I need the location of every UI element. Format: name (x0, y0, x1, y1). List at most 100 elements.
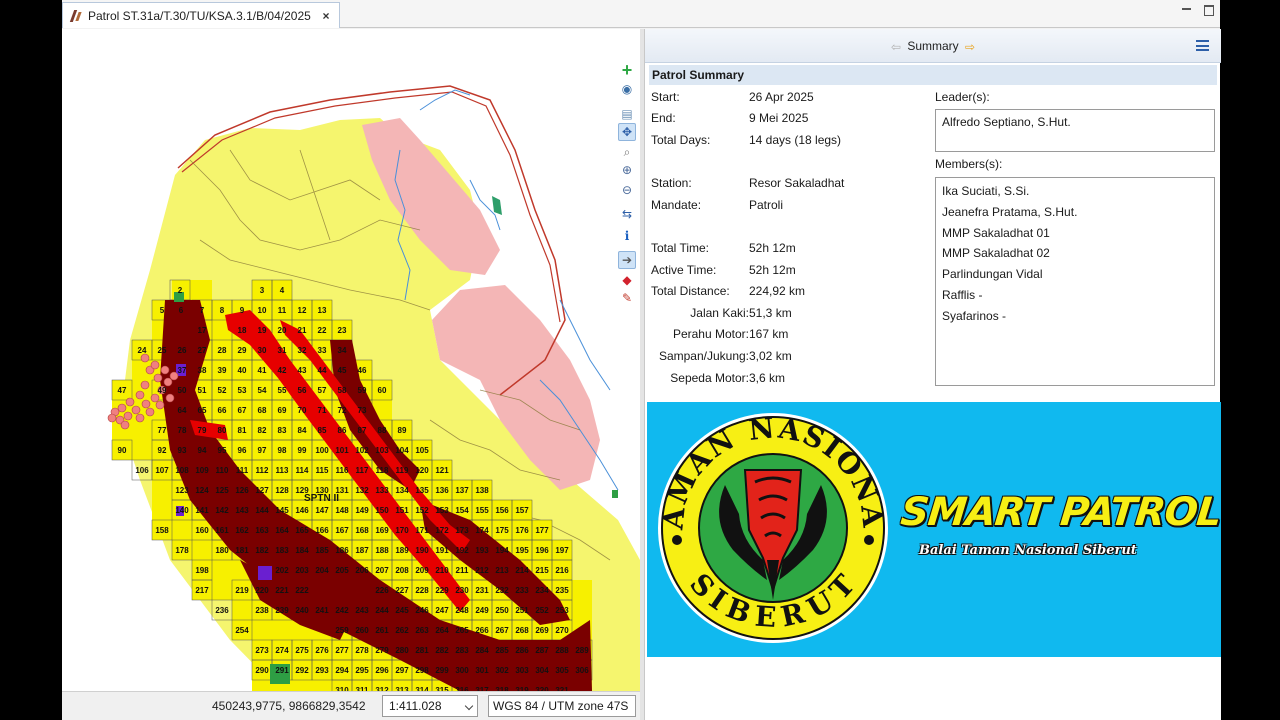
zoom-in-icon[interactable]: ⊕ (618, 161, 636, 179)
styles-icon[interactable]: ◆ (618, 271, 636, 289)
grid-cell-number: 171 (415, 526, 429, 535)
grid-cell-number: 33 (318, 346, 327, 355)
sptn-label: SPTN II (304, 493, 339, 504)
scale-dropdown[interactable]: 1:411.028 (382, 695, 478, 717)
grid-cell-number: 266 (475, 626, 489, 635)
measure-icon[interactable]: ⇆ (618, 205, 636, 223)
leaders-field[interactable]: Alfredo Septiano, S.Hut. (935, 109, 1215, 152)
summary-panel: ⇦ Summary ⇨ Patrol Summary Start: 26 Apr … (644, 29, 1221, 720)
transport-distance-row: Sampan/Jukung: 3,02 km (645, 349, 925, 365)
grid-cell-number: 4 (280, 286, 285, 295)
crs-indicator[interactable]: WGS 84 / UTM zone 47S (488, 695, 636, 717)
patrol-summary-heading: Patrol Summary (649, 65, 1217, 85)
add-layer-icon[interactable]: + (618, 60, 636, 80)
grid-cell-number: 51 (198, 386, 207, 395)
grid-cell-number: 46 (358, 366, 367, 375)
member-item[interactable]: MMP Sakaladhat 02 (942, 245, 1208, 266)
grid-cell-number: 72 (338, 406, 347, 415)
chevron-down-icon (464, 701, 474, 711)
zoom-tool-icon[interactable]: ⌕ (618, 143, 636, 161)
grid-cell-number: 247 (435, 606, 449, 615)
zoom-out-icon[interactable]: ⊖ (618, 181, 636, 199)
previous-arrow-icon[interactable]: ⇦ (891, 40, 901, 54)
grid-cell-number: 161 (215, 526, 229, 535)
grid-cell-number: 235 (555, 586, 569, 595)
grid-cell-number: 298 (415, 666, 429, 675)
grid-cell-number: 43 (298, 366, 307, 375)
maximize-icon[interactable] (1202, 3, 1216, 16)
grid-cell-number: 141 (195, 506, 209, 515)
patrol-tab[interactable]: Patrol ST.31a/T.30/TU/KSA.3.1/B/04/2025 … (62, 2, 340, 28)
grid-cell-number: 293 (315, 666, 329, 675)
grid-cell-number: 193 (475, 546, 489, 555)
grid-cell-number: 288 (555, 646, 569, 655)
transport-distance-label: Sampan/Jukung: (658, 349, 749, 363)
grid-cell-number: 254 (235, 626, 249, 635)
grid-cell-number: 28 (218, 346, 227, 355)
grid-cell-number: 145 (275, 506, 289, 515)
grid-cell-number: 192 (455, 546, 469, 555)
menu-icon[interactable] (1196, 40, 1209, 51)
map-view[interactable]: 2 3 4 5 6 7 8 9 10 11 12 13 17 18 19 20 21 22 23 24 25 26 27 28… (62, 29, 640, 691)
grid-cell-number: 127 (255, 486, 269, 495)
grid-cell-number: 19 (258, 326, 267, 335)
grid-cell-number: 138 (475, 486, 489, 495)
member-item[interactable]: Rafflis - (942, 287, 1208, 308)
grid-cell-number: 21 (298, 326, 307, 335)
grid-cell-number: 85 (318, 426, 327, 435)
grid-cell-number: 184 (295, 546, 309, 555)
grid-cell-number: 264 (435, 626, 449, 635)
grid-cell-number: 73 (358, 406, 367, 415)
summary-field-row: Total Distance: 224,92 km (645, 284, 925, 300)
info-icon[interactable]: i (618, 227, 636, 245)
grid-cell-number: 81 (238, 426, 247, 435)
grid-cell-number: 104 (395, 446, 409, 455)
navigate-icon[interactable]: ➔ (618, 251, 636, 269)
next-arrow-icon[interactable]: ⇨ (965, 40, 975, 54)
grid-cell-number: 175 (495, 526, 509, 535)
summary-field-value: 52h 12m (749, 241, 796, 255)
grid-cell-number: 176 (515, 526, 529, 535)
grid-cell-number: 160 (195, 526, 209, 535)
grid-cell-number: 274 (275, 646, 289, 655)
grid-cell-number: 101 (335, 446, 349, 455)
grid-cell-number: 3 (260, 286, 265, 295)
member-item[interactable]: Parlindungan Vidal (942, 266, 1208, 287)
grid-cell-number: 222 (295, 586, 309, 595)
grid-cell-number: 295 (355, 666, 369, 675)
grid-cell-number: 204 (315, 566, 329, 575)
grid-cell-number: 34 (338, 346, 347, 355)
member-item[interactable]: Ika Suciati, S.Si. (942, 183, 1208, 204)
close-tab-icon[interactable]: × (319, 9, 333, 23)
members-list[interactable]: Ika Suciati, S.Si. Jeanefra Pratama, S.Hu… (935, 177, 1215, 386)
member-item[interactable]: MMP Sakaladhat 01 (942, 225, 1208, 246)
member-item[interactable]: Jeanefra Pratama, S.Hut. (942, 204, 1208, 225)
pan-icon[interactable]: ✥ (618, 123, 636, 141)
grid-cell-number: 23 (338, 326, 347, 335)
grid-cell-number: 292 (295, 666, 309, 675)
minimize-icon[interactable] (1180, 3, 1194, 15)
grid-cell-number: 205 (335, 566, 349, 575)
grid-cell-number: 135 (415, 486, 429, 495)
summary-field-row: End: 9 Mei 2025 (645, 111, 925, 127)
grid-cell-number: 250 (495, 606, 509, 615)
grid-cell-number: 240 (295, 606, 309, 615)
symbols-icon[interactable]: ✎ (618, 289, 636, 307)
grid-cell-number: 123 (175, 486, 189, 495)
grid-cell-number: 303 (515, 666, 529, 675)
grid-cell-number: 244 (375, 606, 389, 615)
grid-cell-number: 13 (318, 306, 327, 315)
grid-cell-number: 45 (338, 366, 347, 375)
grid-cell-number: 169 (375, 526, 389, 535)
member-item[interactable]: Syafarinos - (942, 308, 1208, 329)
transport-distance-row: Sepeda Motor: 3,6 km (645, 371, 925, 387)
grid-cell-number: 44 (318, 366, 327, 375)
grid-cell-number: 142 (215, 506, 229, 515)
transport-distance-value: 167 km (749, 327, 789, 341)
grid-cell-number: 234 (535, 586, 549, 595)
grid-cell-number: 302 (495, 666, 509, 675)
user-location-icon[interactable]: ◉ (618, 80, 636, 98)
grid-cell-number: 96 (238, 446, 247, 455)
layers-icon[interactable]: ▤ (618, 105, 636, 123)
grid-cell-number: 149 (355, 506, 369, 515)
